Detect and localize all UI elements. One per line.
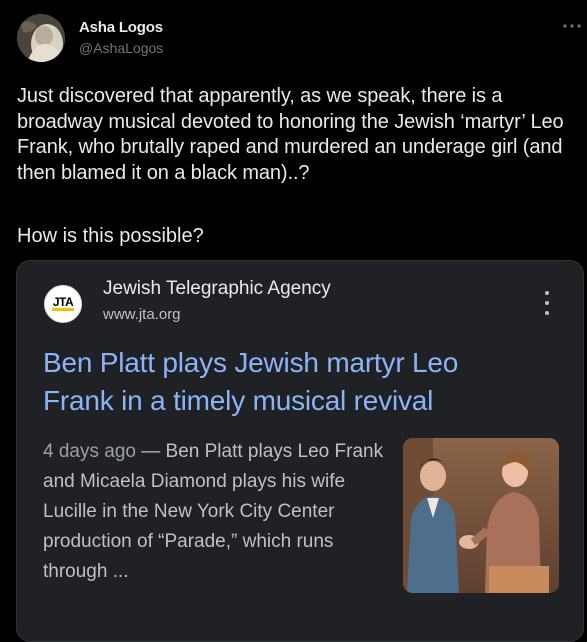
article-thumbnail-image [403, 438, 559, 593]
more-vertical-icon-dot [545, 301, 549, 305]
jta-logo: JTA [44, 285, 82, 323]
tweet: Asha Logos @AshaLogos Just discovered th… [0, 0, 587, 642]
article-headline[interactable]: Ben Platt plays Jewish martyr Leo Frank … [43, 344, 523, 420]
article-snippet: 4 days ago — Ben Platt plays Leo Frank a… [43, 437, 388, 587]
article-thumbnail[interactable] [403, 438, 559, 593]
snippet-text: Ben Platt plays Leo Frank and Micaela Di… [43, 441, 384, 582]
more-horizontal-icon [563, 24, 581, 28]
tweet-text-question: How is this possible? [17, 225, 204, 247]
more-vertical-icon-dot [545, 291, 549, 295]
tweet-text: Just discovered that apparently, as we s… [17, 85, 564, 184]
source-url[interactable]: www.jta.org [103, 306, 181, 323]
source-name[interactable]: Jewish Telegraphic Agency [103, 278, 331, 300]
article-date: 4 days ago [43, 441, 136, 462]
snippet-separator: — [135, 441, 166, 462]
more-vertical-icon-dot [545, 311, 549, 315]
link-preview-card[interactable]: JTA Jewish Telegraphic Agency www.jta.or… [16, 260, 584, 642]
avatar[interactable] [17, 14, 65, 62]
author-handle[interactable]: @AshaLogos [79, 40, 163, 56]
author-name[interactable]: Asha Logos [79, 19, 163, 36]
jta-logo-text: JTA [51, 295, 75, 311]
avatar-image [17, 14, 65, 62]
more-options-button[interactable] [560, 18, 584, 34]
card-menu-button[interactable] [540, 291, 554, 315]
